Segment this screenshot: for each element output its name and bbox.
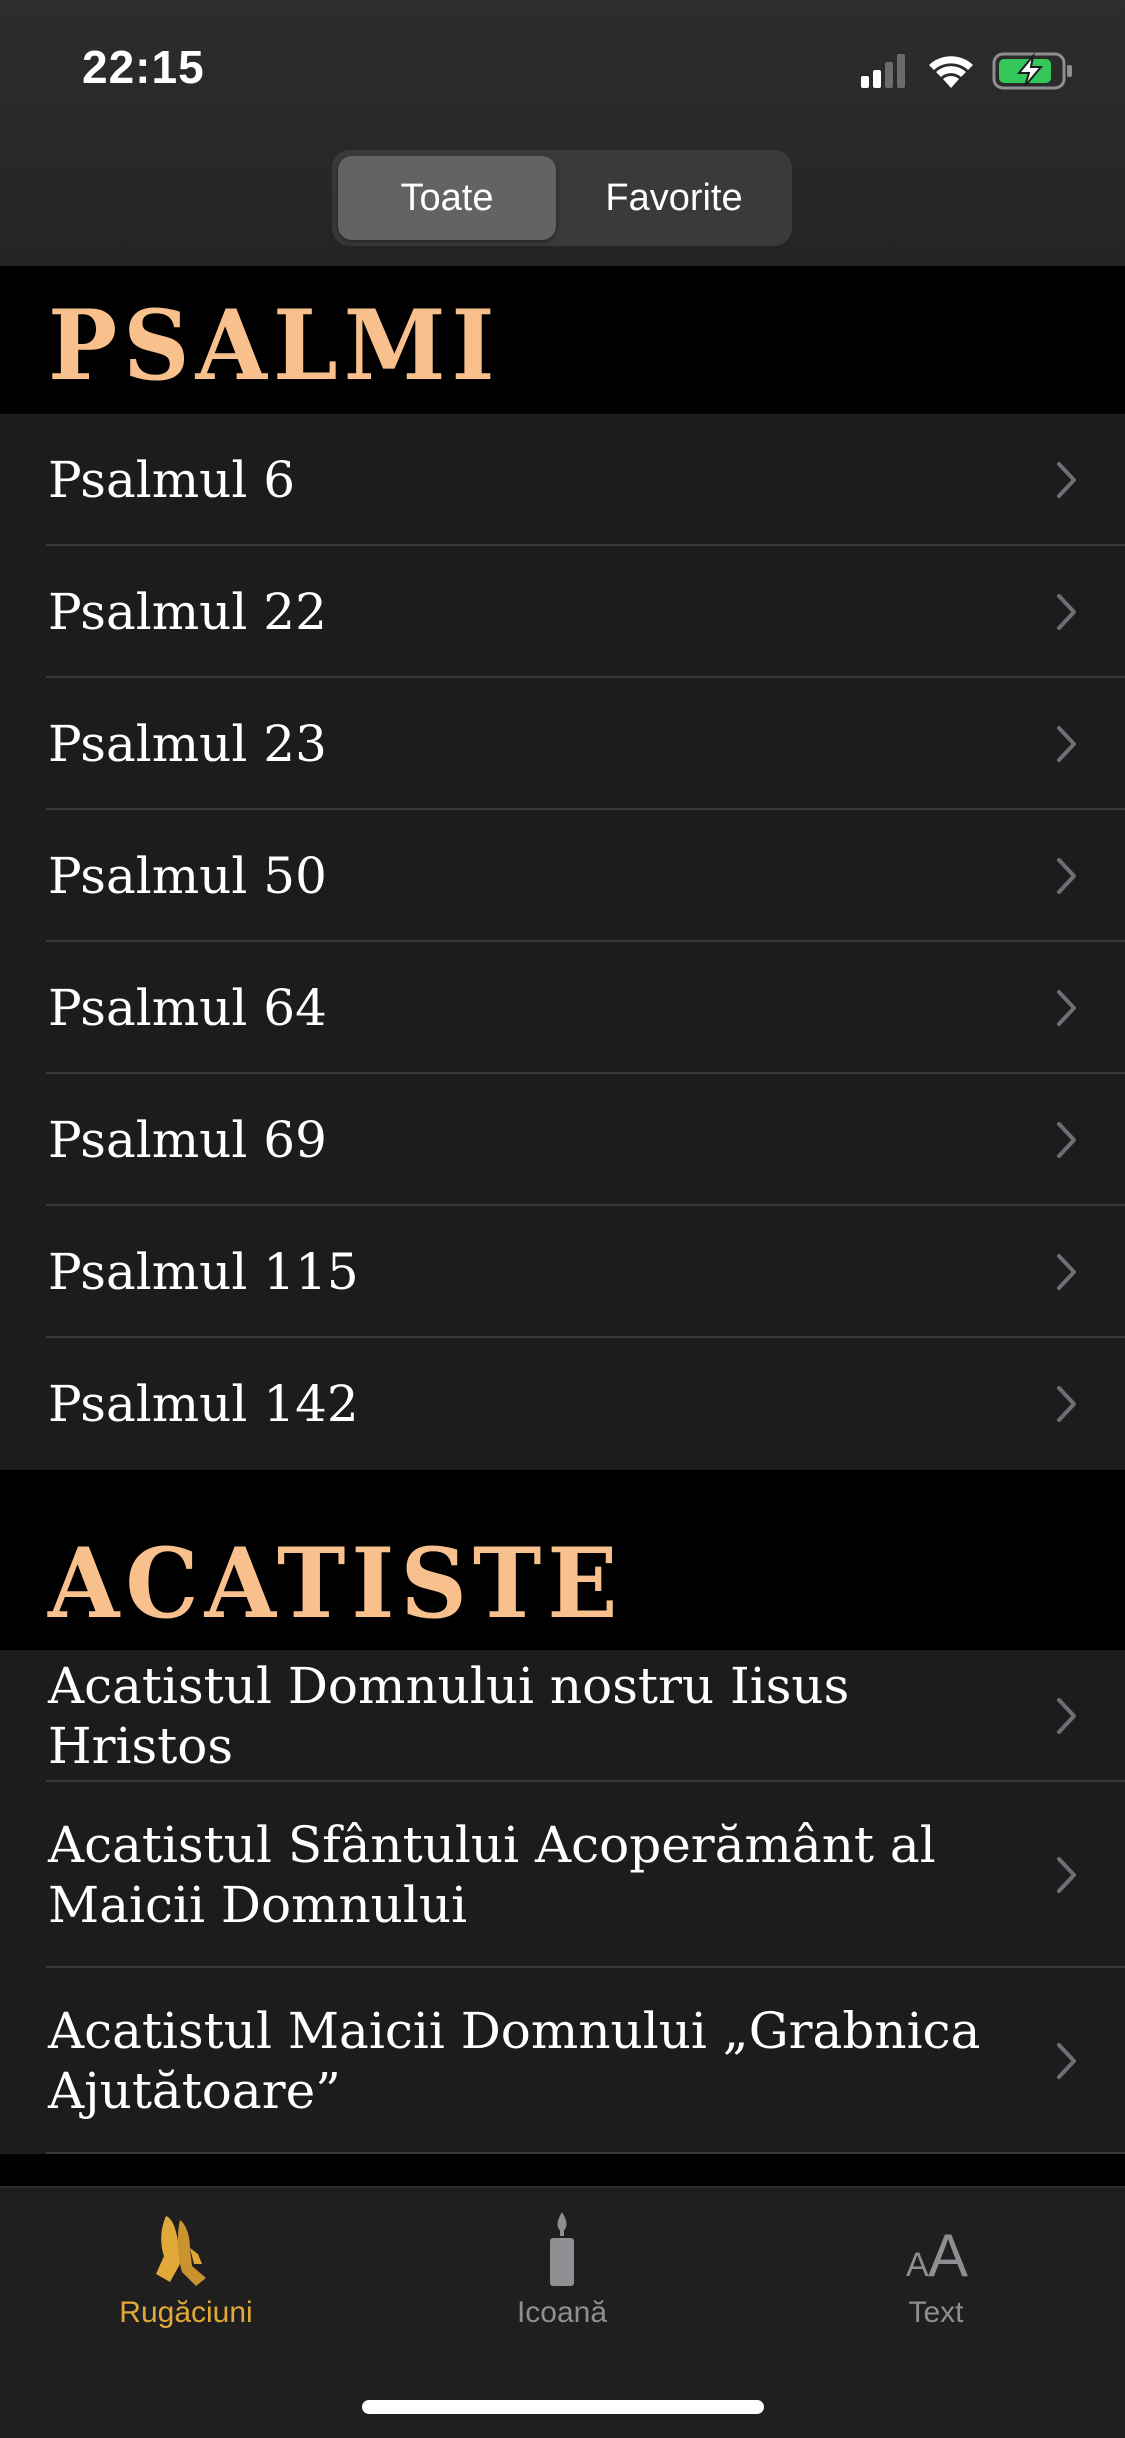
- segmented-control: Toate Favorite: [332, 150, 792, 246]
- list-item-label: Psalmul 50: [48, 847, 327, 905]
- tab-text[interactable]: A A Text: [826, 2208, 1046, 2330]
- tab-label: Icoană: [516, 2296, 608, 2329]
- list-item[interactable]: Psalmul 115: [0, 1206, 1125, 1338]
- chevron-right-icon: [1057, 1857, 1076, 1893]
- chevron-right-icon: [1057, 2043, 1076, 2079]
- svg-text:A: A: [906, 2246, 929, 2284]
- section-header-psalmi: PSALMI: [0, 266, 1125, 414]
- list-item[interactable]: Acatistul Domnului nostru Iisus Hristos: [0, 1650, 1125, 1782]
- segment-all[interactable]: Toate: [338, 156, 556, 240]
- tab-label: Rugăciuni: [119, 2296, 253, 2329]
- row-separator: [46, 2152, 1125, 2154]
- list-item[interactable]: Psalmul 142: [0, 1338, 1125, 1470]
- wifi-icon: [929, 56, 973, 88]
- list-item-label: Acatistul Sfântului Acoperământ al Maici…: [48, 1816, 936, 1934]
- status-time: 22:15: [82, 41, 205, 93]
- psalmi-list: Psalmul 6 Psalmul 22 Psalmul 23 Psalmul …: [0, 414, 1125, 1470]
- list-item-label: Psalmul 22: [48, 583, 327, 641]
- chevron-right-icon: [1057, 1386, 1076, 1422]
- list-item-label: Acatistul Domnului nostru Iisus Hristos: [48, 1657, 850, 1775]
- chevron-right-icon: [1057, 858, 1076, 894]
- list-item[interactable]: Acatistul Sfântului Acoperământ al Maici…: [0, 1782, 1125, 1968]
- list-item-label: Psalmul 69: [48, 1111, 327, 1169]
- acatiste-list: Acatistul Domnului nostru Iisus Hristos …: [0, 1650, 1125, 2154]
- praying-hands-icon: [156, 2216, 206, 2286]
- chevron-right-icon: [1057, 990, 1076, 1026]
- svg-text:A: A: [928, 2222, 968, 2288]
- text-size-icon: A A: [906, 2222, 968, 2288]
- list-item-label: Psalmul 6: [48, 451, 296, 509]
- list-item-label: Psalmul 115: [48, 1243, 359, 1301]
- tab-label: Text: [908, 2296, 964, 2329]
- segment-favorites[interactable]: Favorite: [562, 156, 786, 240]
- list-item-label: Psalmul 23: [48, 715, 327, 773]
- list-item[interactable]: Psalmul 6: [0, 414, 1125, 546]
- section-title: ACATISTE: [48, 1526, 624, 1640]
- section-title: PSALMI: [48, 288, 501, 402]
- chevron-right-icon: [1057, 594, 1076, 630]
- list-item[interactable]: Psalmul 69: [0, 1074, 1125, 1206]
- home-indicator[interactable]: [362, 2400, 764, 2414]
- cellular-signal-icon: [861, 54, 905, 88]
- tab-bar: Rugăciuni Icoană A A Text: [0, 2186, 1125, 2438]
- tab-prayers[interactable]: Rugăciuni: [76, 2208, 296, 2330]
- tab-icon[interactable]: Icoană: [452, 2208, 672, 2330]
- status-icons: [861, 52, 1072, 90]
- battery-charging-icon: [992, 52, 1072, 90]
- list-item[interactable]: Psalmul 22: [0, 546, 1125, 678]
- chevron-right-icon: [1057, 1122, 1076, 1158]
- list-item[interactable]: Psalmul 64: [0, 942, 1125, 1074]
- top-chrome: 22:15 Toate Favorite: [0, 0, 1125, 266]
- chevron-right-icon: [1057, 1254, 1076, 1290]
- chevron-right-icon: [1057, 726, 1076, 762]
- list-item-label: Acatistul Maicii Domnului „Grabnica Ajut…: [48, 2002, 981, 2120]
- list-item[interactable]: Psalmul 23: [0, 678, 1125, 810]
- chevron-right-icon: [1057, 1698, 1076, 1734]
- list-item[interactable]: Psalmul 50: [0, 810, 1125, 942]
- chevron-right-icon: [1057, 462, 1076, 498]
- list-item-label: Psalmul 64: [48, 979, 327, 1037]
- list-item-label: Psalmul 142: [48, 1375, 359, 1433]
- candle-icon: [550, 2212, 574, 2286]
- section-header-acatiste: ACATISTE: [0, 1470, 1125, 1650]
- list-item[interactable]: Acatistul Maicii Domnului „Grabnica Ajut…: [0, 1968, 1125, 2154]
- content-list: PSALMI Psalmul 6 Psalmul 22 Psalmul 23 P…: [0, 266, 1125, 2154]
